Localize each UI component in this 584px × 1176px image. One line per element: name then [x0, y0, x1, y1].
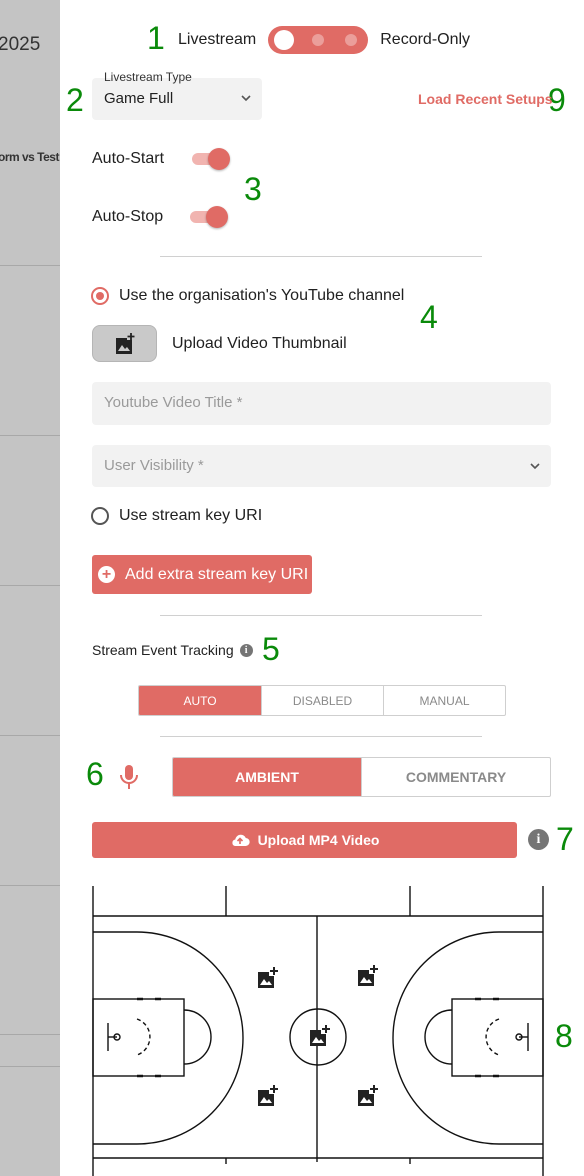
microphone-icon	[120, 765, 138, 789]
upload-thumbnail-label: Upload Video Thumbnail	[172, 335, 347, 352]
section-divider	[160, 256, 482, 257]
youtube-title-placeholder: Youtube Video Title *	[104, 394, 243, 411]
tracking-option-auto[interactable]: AUTO	[139, 686, 261, 715]
toggle-knob	[274, 30, 295, 50]
chevron-down-icon	[530, 463, 540, 470]
marker-3: 3	[244, 171, 262, 207]
livestream-type-value: Game Full	[104, 90, 174, 107]
add-photo-icon[interactable]	[256, 966, 280, 990]
add-stream-key-button[interactable]: + Add extra stream key URI	[92, 555, 312, 594]
background-divider	[0, 735, 60, 736]
youtube-channel-label: Use the organisation's YouTube channel	[119, 287, 405, 304]
background-divider	[0, 885, 60, 886]
marker-6: 6	[86, 756, 104, 792]
tracking-option-manual[interactable]: MANUAL	[383, 686, 505, 715]
toggle-stop-dot	[312, 34, 325, 46]
switch-thumb	[206, 206, 228, 228]
marker-7: 7	[556, 821, 574, 857]
background-page: 2025 orm vs Test	[0, 0, 60, 1176]
upload-mp4-label: Upload MP4 Video	[257, 832, 380, 848]
section-divider	[160, 736, 482, 737]
stream-key-radio[interactable]	[91, 507, 109, 525]
event-tracking-label: Stream Event Tracking	[92, 642, 234, 658]
background-divider	[0, 1034, 60, 1035]
add-photo-icon[interactable]	[356, 964, 380, 988]
youtube-channel-radio[interactable]	[91, 287, 109, 305]
stream-setup-panel: 1 2 3 4 5 6 7 8 9 Livestream Record-Only…	[60, 0, 584, 1176]
livestream-mode-label: Livestream	[178, 31, 257, 48]
add-photo-icon	[116, 332, 135, 354]
info-icon[interactable]: i	[239, 643, 253, 657]
section-divider	[160, 615, 482, 616]
user-visibility-select[interactable]: User Visibility *	[92, 445, 551, 487]
youtube-title-input[interactable]: Youtube Video Title *	[92, 382, 551, 425]
add-stream-key-label: Add extra stream key URI	[125, 565, 309, 583]
user-visibility-placeholder: User Visibility *	[104, 457, 204, 474]
switch-thumb	[208, 148, 230, 170]
event-tracking-row: Stream Event Tracking i	[92, 642, 253, 658]
background-divider	[0, 265, 60, 266]
livestream-type-select[interactable]: Livestream Type Game Full	[92, 70, 262, 120]
load-recent-setups-link[interactable]: Load Recent Setups	[418, 91, 553, 107]
background-divider	[0, 585, 60, 586]
plus-circle-icon: +	[98, 566, 115, 583]
background-divider	[0, 435, 60, 436]
audio-option-commentary[interactable]: COMMENTARY	[361, 758, 550, 796]
marker-8: 8	[555, 1018, 573, 1054]
stream-key-label: Use stream key URI	[119, 507, 263, 524]
upload-mp4-button[interactable]: Upload MP4 Video	[92, 822, 517, 858]
marker-1: 1	[147, 20, 165, 56]
add-photo-icon[interactable]	[256, 1084, 280, 1108]
add-photo-icon[interactable]	[356, 1084, 380, 1108]
marker-2: 2	[66, 82, 84, 118]
mode-toggle-row: Livestream Record-Only	[178, 26, 470, 54]
marker-4: 4	[420, 299, 438, 335]
audio-mode-segmented: AMBIENT COMMENTARY	[172, 757, 551, 797]
mode-toggle[interactable]	[268, 26, 369, 54]
event-tracking-segmented: AUTO DISABLED MANUAL	[138, 685, 506, 716]
audio-option-ambient[interactable]: AMBIENT	[173, 758, 361, 796]
toggle-stop-dot	[345, 34, 358, 46]
tracking-option-disabled[interactable]: DISABLED	[261, 686, 383, 715]
record-only-mode-label: Record-Only	[380, 31, 471, 48]
add-photo-icon[interactable]	[308, 1024, 332, 1048]
background-match-text: orm vs Test	[0, 150, 59, 164]
livestream-type-label: Livestream Type	[104, 70, 192, 84]
background-year-text: 2025	[0, 34, 41, 55]
info-icon[interactable]: i	[528, 829, 549, 850]
auto-stop-switch[interactable]	[190, 205, 230, 228]
auto-start-switch[interactable]	[192, 147, 232, 170]
chevron-down-icon	[241, 95, 251, 102]
background-divider	[0, 1066, 60, 1067]
upload-thumbnail-button[interactable]	[92, 325, 157, 362]
auto-start-label: Auto-Start	[92, 150, 165, 167]
cloud-upload-icon	[231, 834, 250, 847]
auto-stop-label: Auto-Stop	[92, 208, 164, 225]
marker-5: 5	[262, 631, 280, 667]
